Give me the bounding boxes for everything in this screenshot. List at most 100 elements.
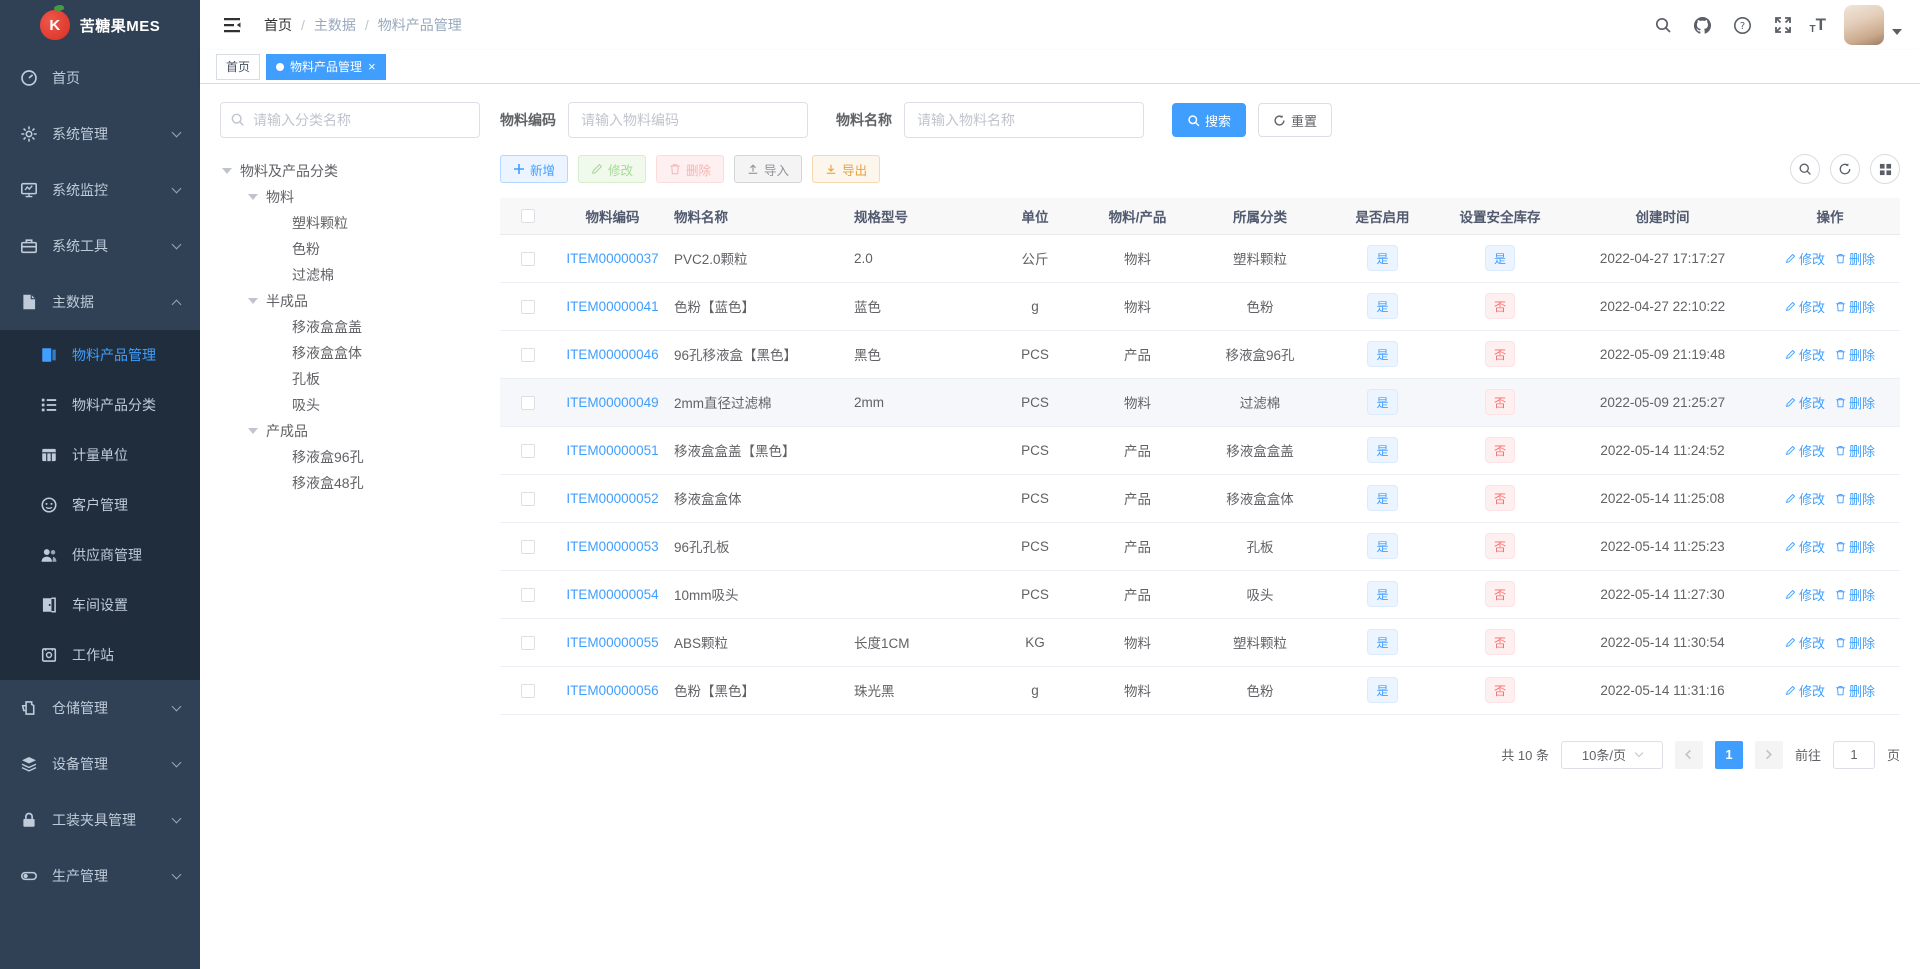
export-button[interactable]: 导出 [812,155,881,183]
select-all-checkbox[interactable] [520,209,535,224]
row-edit-link[interactable]: 修改 [1785,393,1825,412]
row-delete-link[interactable]: 删除 [1835,633,1875,652]
tree-node[interactable]: 移液盒盒体 [220,340,480,366]
row-checkbox[interactable] [520,491,535,506]
row-delete-link[interactable]: 删除 [1835,345,1875,364]
item-code-link[interactable]: ITEM00000054 [566,587,658,602]
sidebar-item-supplier-management[interactable]: 供应商管理 [0,530,200,580]
tree-node[interactable]: 物料及产品分类 [220,158,480,184]
sidebar-item-tooling-fixture-management[interactable]: 工装夹具管理 [0,792,200,848]
goto-page-input[interactable] [1832,740,1875,769]
tree-node[interactable]: 移液盒96孔 [220,444,480,470]
row-delete-link[interactable]: 删除 [1835,441,1875,460]
sidebar-item-warehouse-management[interactable]: 仓储管理 [0,680,200,736]
add-button[interactable]: 新增 [500,155,569,183]
row-checkbox[interactable] [520,683,535,698]
item-code-link[interactable]: ITEM00000037 [566,251,658,266]
caret-down-icon[interactable] [248,298,258,304]
search-button[interactable] [1650,12,1676,38]
sidebar-item-system-management[interactable]: 系统管理 [0,106,200,162]
row-checkbox[interactable] [520,251,535,266]
github-button[interactable] [1690,12,1716,38]
caret-down-icon[interactable] [248,194,258,200]
fullscreen-button[interactable] [1770,12,1796,38]
app-logo[interactable]: K 苦糖果MES [0,0,200,50]
columns-button[interactable] [1870,154,1900,184]
tree-node[interactable]: 塑料颗粒 [220,210,480,236]
sidebar-item-home[interactable]: 首页 [0,50,200,106]
tree-node[interactable]: 吸头 [220,392,480,418]
row-checkbox[interactable] [520,443,535,458]
item-code-link[interactable]: ITEM00000049 [566,395,658,410]
font-size-button[interactable]: TT [1810,15,1827,35]
row-checkbox[interactable] [520,539,535,554]
row-edit-link[interactable]: 修改 [1785,297,1825,316]
sidebar-item-system-monitor[interactable]: 系统监控 [0,162,200,218]
item-code-link[interactable]: ITEM00000056 [566,683,658,698]
page-size-select[interactable]: 10条/页 [1560,740,1663,769]
row-checkbox[interactable] [520,299,535,314]
tree-node[interactable]: 移液盒盒盖 [220,314,480,340]
sidebar-item-material-product-management[interactable]: 物料产品管理 [0,330,200,380]
search-submit-button[interactable]: 搜索 [1172,103,1247,137]
close-icon[interactable]: × [368,60,376,73]
caret-down-icon[interactable] [248,428,258,434]
row-checkbox[interactable] [520,395,535,410]
import-button[interactable]: 导入 [734,155,803,183]
avatar-dropdown[interactable] [1844,5,1902,45]
row-edit-link[interactable]: 修改 [1785,537,1825,556]
item-code-link[interactable]: ITEM00000053 [566,539,658,554]
tree-node[interactable]: 半成品 [220,288,480,314]
tab-home[interactable]: 首页 [216,53,261,80]
sidebar-item-customer-management[interactable]: 客户管理 [0,480,200,530]
edit-button[interactable]: 修改 [578,155,647,183]
row-delete-link[interactable]: 删除 [1835,249,1875,268]
tree-node[interactable]: 孔板 [220,366,480,392]
tree-node[interactable]: 过滤棉 [220,262,480,288]
row-delete-link[interactable]: 删除 [1835,585,1875,604]
sidebar-item-master-data[interactable]: 主数据 [0,274,200,330]
reset-button[interactable]: 重置 [1258,103,1333,137]
page-number-1[interactable]: 1 [1714,740,1743,769]
tab-material-product-management[interactable]: 物料产品管理 × [266,53,386,80]
row-edit-link[interactable]: 修改 [1785,441,1825,460]
tree-node[interactable]: 物料 [220,184,480,210]
category-filter-input[interactable] [220,102,480,138]
sidebar-item-workshop-settings[interactable]: 车间设置 [0,580,200,630]
sidebar-item-measure-unit[interactable]: 计量单位 [0,430,200,480]
item-code-link[interactable]: ITEM00000055 [566,635,658,650]
row-edit-link[interactable]: 修改 [1785,633,1825,652]
row-edit-link[interactable]: 修改 [1785,585,1825,604]
row-edit-link[interactable]: 修改 [1785,249,1825,268]
tree-node[interactable]: 色粉 [220,236,480,262]
item-code-link[interactable]: ITEM00000051 [566,443,658,458]
material-code-input[interactable] [568,102,808,138]
sidebar-toggle-button[interactable] [222,15,242,35]
toggle-search-button[interactable] [1790,154,1820,184]
next-page-button[interactable] [1754,740,1783,769]
row-checkbox[interactable] [520,635,535,650]
item-code-link[interactable]: ITEM00000041 [566,299,658,314]
row-delete-link[interactable]: 删除 [1835,537,1875,556]
row-edit-link[interactable]: 修改 [1785,345,1825,364]
sidebar-item-production-management[interactable]: 生产管理 [0,848,200,904]
refresh-table-button[interactable] [1830,154,1860,184]
delete-button[interactable]: 删除 [656,155,725,183]
tree-node[interactable]: 移液盒48孔 [220,470,480,496]
prev-page-button[interactable] [1674,740,1703,769]
sidebar-item-equipment-management[interactable]: 设备管理 [0,736,200,792]
row-checkbox[interactable] [520,347,535,362]
breadcrumb-home[interactable]: 首页 [264,15,292,35]
sidebar-item-material-product-category[interactable]: 物料产品分类 [0,380,200,430]
docs-button[interactable]: ? [1730,12,1756,38]
row-checkbox[interactable] [520,587,535,602]
tree-node[interactable]: 产成品 [220,418,480,444]
material-name-input[interactable] [904,102,1144,138]
row-delete-link[interactable]: 删除 [1835,297,1875,316]
row-edit-link[interactable]: 修改 [1785,681,1825,700]
sidebar-item-system-tools[interactable]: 系统工具 [0,218,200,274]
sidebar-item-workstation[interactable]: 工作站 [0,630,200,680]
row-delete-link[interactable]: 删除 [1835,393,1875,412]
row-delete-link[interactable]: 删除 [1835,489,1875,508]
item-code-link[interactable]: ITEM00000052 [566,491,658,506]
